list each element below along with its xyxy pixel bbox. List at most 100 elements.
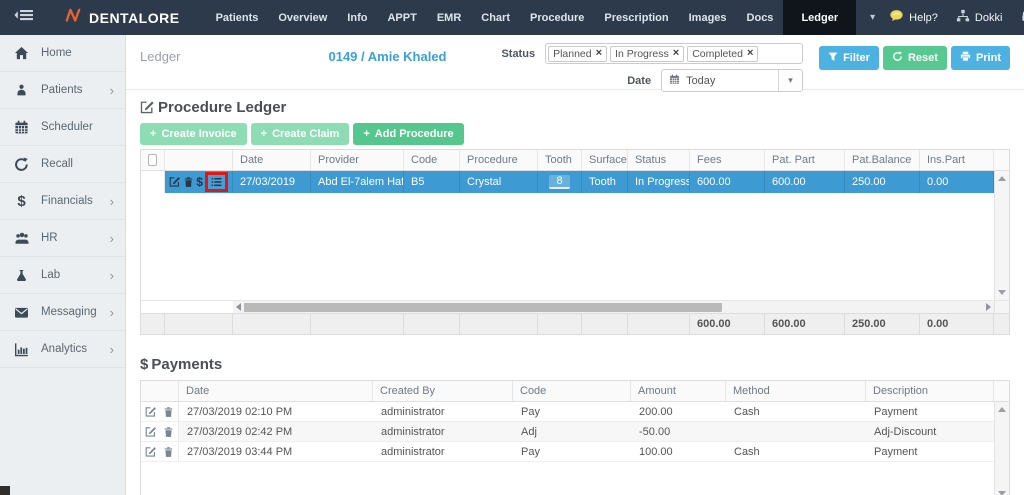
tab-emr[interactable]: EMR xyxy=(427,0,471,35)
tag-label: Completed xyxy=(692,47,743,60)
edit-row-icon[interactable] xyxy=(169,176,181,188)
scroll-right-arrow[interactable] xyxy=(986,303,991,311)
create-claim-button[interactable]: + Create Claim xyxy=(250,123,350,145)
row-surface: Tooth xyxy=(582,171,628,193)
tooth-number-button[interactable]: 8 xyxy=(549,175,570,189)
remove-tag-icon[interactable]: × xyxy=(747,48,753,59)
user-menu[interactable]: System Administrator ▾ xyxy=(1020,9,1024,26)
filter-button[interactable]: Filter xyxy=(819,46,879,70)
payments-vertical-scrollbar[interactable] xyxy=(994,402,1009,495)
column-header-amount: Amount xyxy=(631,381,726,401)
chevron-right-icon: › xyxy=(109,304,114,320)
sidebar-item-home[interactable]: Home xyxy=(0,35,125,72)
procedure-vertical-scrollbar[interactable] xyxy=(994,171,1009,300)
scroll-down-arrow[interactable] xyxy=(998,491,1006,495)
annotation-red-box xyxy=(204,172,228,192)
payment-description: Payment xyxy=(874,445,918,458)
payment-row[interactable]: 27/03/2019 02:10 PM administrator Pay 20… xyxy=(141,402,994,422)
main-nav-tabs: Patients Overview Info APPT EMR Chart Pr… xyxy=(206,0,890,35)
dokki-label: Dokki xyxy=(974,11,1003,24)
tab-procedure[interactable]: Procedure xyxy=(520,0,594,35)
tab-ledger[interactable]: Ledger xyxy=(783,0,857,35)
list-details-icon[interactable] xyxy=(210,176,223,188)
sidebar-item-financials[interactable]: $ Financials › xyxy=(0,183,125,220)
select-all-checkbox[interactable] xyxy=(148,154,157,166)
payment-row[interactable]: 27/03/2019 03:44 PM administrator Pay 10… xyxy=(141,442,994,462)
hscroll-track[interactable] xyxy=(233,301,994,313)
brand-logo[interactable]: DENTALORE xyxy=(46,0,206,35)
payment-row-icon[interactable]: $ xyxy=(196,175,203,189)
payment-row[interactable]: 27/03/2019 02:42 PM administrator Adj -5… xyxy=(141,422,994,442)
tab-prescription[interactable]: Prescription xyxy=(594,0,678,35)
tab-patients[interactable]: Patients xyxy=(206,0,269,35)
reset-button[interactable]: Reset xyxy=(882,46,947,70)
scroll-up-arrow[interactable] xyxy=(998,176,1006,181)
column-header-status: Status xyxy=(628,150,690,170)
dentalore-logo-icon xyxy=(64,7,82,28)
create-invoice-button[interactable]: + Create Invoice xyxy=(140,123,247,145)
calendar-icon xyxy=(669,72,680,90)
delete-row-icon[interactable] xyxy=(163,406,174,418)
delete-row-icon[interactable] xyxy=(163,446,174,458)
sidebar-item-lab[interactable]: Lab › xyxy=(0,257,125,294)
dokki-button[interactable]: Dokki xyxy=(956,9,1003,26)
totals-empty-cell xyxy=(233,314,311,334)
edit-row-icon[interactable] xyxy=(145,446,157,458)
scroll-down-arrow[interactable] xyxy=(998,290,1006,295)
tag-label: In Progress xyxy=(615,47,669,60)
column-header-procedure: Procedure xyxy=(460,150,538,170)
sidebar-item-hr[interactable]: HR › xyxy=(0,220,125,257)
horizontal-scrollbar-thumb[interactable] xyxy=(244,302,722,312)
edit-row-icon[interactable] xyxy=(145,406,157,418)
column-header-ins-part: Ins.Part xyxy=(920,150,994,170)
sidebar-item-messaging[interactable]: Messaging › xyxy=(0,294,125,331)
patient-link[interactable]: 0149 / Amie Khaled xyxy=(328,49,446,83)
sidebar-item-recall[interactable]: Recall xyxy=(0,146,125,183)
select-all-cell xyxy=(141,150,165,170)
reset-button-label: Reset xyxy=(907,52,938,64)
sidebar-collapse-button[interactable] xyxy=(0,0,46,35)
nav-more-caret-icon[interactable]: ▾ xyxy=(856,0,889,35)
edit-row-icon[interactable] xyxy=(145,426,157,438)
payment-created-by: administrator xyxy=(381,405,445,418)
procedure-table-row-selected[interactable]: $ 27/03/2019 Abd El-7alem Hafez B5 Cryst… xyxy=(141,171,994,193)
totals-pat-balance: 250.00 xyxy=(845,314,920,334)
sidebar-item-scheduler[interactable]: Scheduler xyxy=(0,109,125,146)
tab-info[interactable]: Info xyxy=(337,0,377,35)
scroll-up-arrow[interactable] xyxy=(998,407,1006,412)
totals-empty-cell xyxy=(460,314,538,334)
tab-chart[interactable]: Chart xyxy=(471,0,520,35)
actions-column-header xyxy=(165,150,233,170)
scroll-left-arrow[interactable] xyxy=(236,303,241,311)
totals-empty-cell xyxy=(141,314,165,334)
tab-docs[interactable]: Docs xyxy=(737,0,784,35)
tab-appt[interactable]: APPT xyxy=(377,0,426,35)
dollar-icon: $ xyxy=(17,192,26,210)
plus-icon: + xyxy=(150,128,157,140)
delete-row-icon[interactable] xyxy=(163,426,174,438)
tab-images[interactable]: Images xyxy=(679,0,737,35)
tab-overview[interactable]: Overview xyxy=(268,0,337,35)
delete-row-icon[interactable] xyxy=(183,176,194,188)
column-header-description: Description xyxy=(866,381,994,401)
add-procedure-button[interactable]: + Add Procedure xyxy=(353,123,464,145)
print-button[interactable]: Print xyxy=(950,46,1010,70)
help-button[interactable]: Help? xyxy=(889,9,938,26)
row-tooth-cell: 8 xyxy=(538,171,582,193)
chevron-right-icon: › xyxy=(109,82,114,98)
payment-date: 27/03/2019 03:44 PM xyxy=(187,445,293,458)
remove-tag-icon[interactable]: × xyxy=(673,48,679,59)
row-actions-cell: $ xyxy=(165,171,233,193)
sidebar-item-patients[interactable]: Patients › xyxy=(0,72,125,109)
column-header-code: Code xyxy=(513,381,631,401)
date-range-select[interactable]: Today ▾ xyxy=(661,69,804,92)
sidebar-item-analytics[interactable]: Analytics › xyxy=(0,331,125,368)
status-tag-input[interactable]: Planned × In Progress × Completed × xyxy=(545,43,804,64)
payment-date: 27/03/2019 02:10 PM xyxy=(187,405,293,418)
remove-tag-icon[interactable]: × xyxy=(596,48,602,59)
payments-section: $ Payments Date Created By Code Amount M… xyxy=(126,347,1024,495)
payment-row-actions xyxy=(141,402,179,421)
chevron-right-icon: › xyxy=(109,193,114,209)
payment-row-actions xyxy=(141,422,179,441)
add-procedure-label: Add Procedure xyxy=(374,128,454,140)
